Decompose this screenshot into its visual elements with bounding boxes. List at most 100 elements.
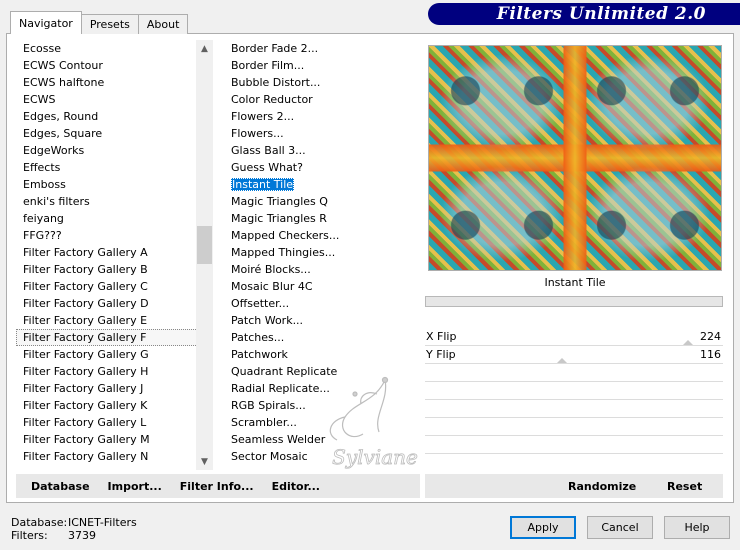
filter-item[interactable]: Mapped Checkers...	[224, 227, 419, 244]
preview-filter-name: Instant Tile	[544, 276, 606, 289]
category-item[interactable]: Effects	[16, 159, 212, 176]
filter-item[interactable]: Moiré Blocks...	[224, 261, 419, 278]
category-item[interactable]: Edges, Round	[16, 108, 212, 125]
filter-item[interactable]: Mapped Thingies...	[224, 244, 419, 261]
slider-label: Y Flip	[426, 348, 456, 361]
category-scrollbar[interactable]: ▲ ▼	[196, 40, 213, 470]
category-item[interactable]: Filter Factory Gallery B	[16, 261, 212, 278]
tab-bar: Navigator Presets About	[10, 11, 189, 34]
category-item[interactable]: enki's filters	[16, 193, 212, 210]
watermark-logo: Sylviane	[329, 376, 418, 469]
category-item[interactable]: Filter Factory Gallery F	[16, 329, 212, 346]
filter-item[interactable]: Flowers 2...	[224, 108, 419, 125]
tab-about[interactable]: About	[137, 14, 189, 34]
preview-tile	[575, 158, 721, 270]
category-item[interactable]: ECWS	[16, 91, 212, 108]
category-item[interactable]: Ecosse	[16, 40, 212, 57]
import-button[interactable]: Import...	[108, 480, 162, 493]
filters-count-value: 3739	[68, 529, 96, 542]
slider-thumb-icon[interactable]	[557, 358, 567, 363]
tab-presets[interactable]: Presets	[80, 14, 139, 34]
filter-item-label: Magic Triangles Q	[231, 195, 328, 208]
randomize-button[interactable]: Randomize	[568, 480, 636, 493]
database-button[interactable]: Database	[31, 480, 90, 493]
scroll-thumb[interactable]	[197, 226, 212, 264]
slider-empty	[425, 382, 723, 400]
filter-item-label: Scrambler...	[231, 416, 297, 429]
filter-item[interactable]: Glass Ball 3...	[224, 142, 419, 159]
slider-thumb-icon[interactable]	[683, 340, 693, 345]
category-item[interactable]: Filter Factory Gallery K	[16, 397, 212, 414]
filter-item-label: Patch Work...	[231, 314, 304, 327]
filter-item[interactable]: Color Reductor	[224, 91, 419, 108]
category-item[interactable]: Filter Factory Gallery D	[16, 295, 212, 312]
filter-item-label: Color Reductor	[231, 93, 313, 106]
filter-item[interactable]: Offsetter...	[224, 295, 419, 312]
slider-value: 116	[700, 348, 721, 361]
slider-x-flip[interactable]: X Flip 224	[425, 328, 723, 346]
cancel-button[interactable]: Cancel	[587, 516, 653, 539]
filter-item-label: Mapped Checkers...	[231, 229, 340, 242]
category-item[interactable]: EdgeWorks	[16, 142, 212, 159]
filter-item[interactable]: Instant Tile	[224, 176, 419, 193]
category-item[interactable]: Filter Factory Gallery H	[16, 363, 212, 380]
filter-item-label: Flowers...	[231, 127, 284, 140]
filter-item[interactable]: Flowers...	[224, 125, 419, 142]
filter-item[interactable]: Border Fade 2...	[224, 40, 419, 57]
scroll-down-arrow-icon[interactable]: ▼	[196, 453, 213, 470]
category-item[interactable]: Filter Factory Gallery G	[16, 346, 212, 363]
category-item[interactable]: Filter Factory Gallery M	[16, 431, 212, 448]
filter-item[interactable]: Guess What?	[224, 159, 419, 176]
category-item[interactable]: Filter Factory Gallery A	[16, 244, 212, 261]
filter-item-label: Guess What?	[231, 161, 303, 174]
category-item[interactable]: Filter Factory Gallery N	[16, 448, 212, 465]
scroll-up-arrow-icon[interactable]: ▲	[196, 40, 213, 57]
filter-item-label: Instant Tile	[231, 178, 295, 191]
category-item[interactable]: ECWS halftone	[16, 74, 212, 91]
category-list[interactable]: Ecosse ECWS Contour ECWS halftone ECWS Edges…	[16, 40, 212, 470]
slider-empty	[425, 436, 723, 454]
preview-tile	[429, 46, 575, 158]
filter-item[interactable]: Patchwork	[224, 346, 419, 363]
slider-value: 224	[700, 330, 721, 343]
category-item[interactable]: Filter Factory Gallery L	[16, 414, 212, 431]
category-item[interactable]: Emboss	[16, 176, 212, 193]
filter-item[interactable]: Patches...	[224, 329, 419, 346]
filter-info-button[interactable]: Filter Info...	[180, 480, 254, 493]
slider-y-flip[interactable]: Y Flip 116	[425, 346, 723, 364]
help-button[interactable]: Help	[664, 516, 730, 539]
filter-item-label: RGB Spirals...	[231, 399, 306, 412]
category-item[interactable]: Filter Factory Gallery E	[16, 312, 212, 329]
category-item[interactable]: feiyang	[16, 210, 212, 227]
slider-empty	[425, 418, 723, 436]
flourish-dot	[352, 391, 358, 397]
filter-item[interactable]: Magic Triangles R	[224, 210, 419, 227]
filter-item[interactable]: Bubble Distort...	[224, 74, 419, 91]
filter-item[interactable]: Border Film...	[224, 57, 419, 74]
category-item[interactable]: Edges, Square	[16, 125, 212, 142]
preview-button-bar: Randomize Reset	[425, 474, 723, 498]
title-banner: Filters Unlimited 2.0	[428, 3, 740, 25]
reset-button[interactable]: Reset	[667, 480, 702, 493]
progress-bar	[425, 296, 723, 307]
tab-navigator[interactable]: Navigator	[10, 11, 82, 34]
filter-item-label: Glass Ball 3...	[231, 144, 306, 157]
category-item[interactable]: ECWS Contour	[16, 57, 212, 74]
apply-button[interactable]: Apply	[510, 516, 576, 539]
filter-item[interactable]: Magic Triangles Q	[224, 193, 419, 210]
app-title: Filters Unlimited 2.0	[496, 4, 706, 24]
slider-empty	[425, 400, 723, 418]
category-item[interactable]: Filter Factory Gallery C	[16, 278, 212, 295]
flourish	[377, 379, 387, 433]
preview-tile	[429, 158, 575, 270]
watermark-text: Sylviane	[332, 445, 418, 469]
database-label: Database:	[11, 516, 68, 529]
filter-item-label: Offsetter...	[231, 297, 290, 310]
category-item[interactable]: Filter Factory Gallery J	[16, 380, 212, 397]
filter-item-label: Mosaic Blur 4C	[231, 280, 313, 293]
category-item[interactable]: FFG???	[16, 227, 212, 244]
editor-button[interactable]: Editor...	[272, 480, 320, 493]
filter-item[interactable]: Mosaic Blur 4C	[224, 278, 419, 295]
list-button-bar: Database Import... Filter Info... Editor…	[16, 474, 420, 498]
filter-item[interactable]: Patch Work...	[224, 312, 419, 329]
